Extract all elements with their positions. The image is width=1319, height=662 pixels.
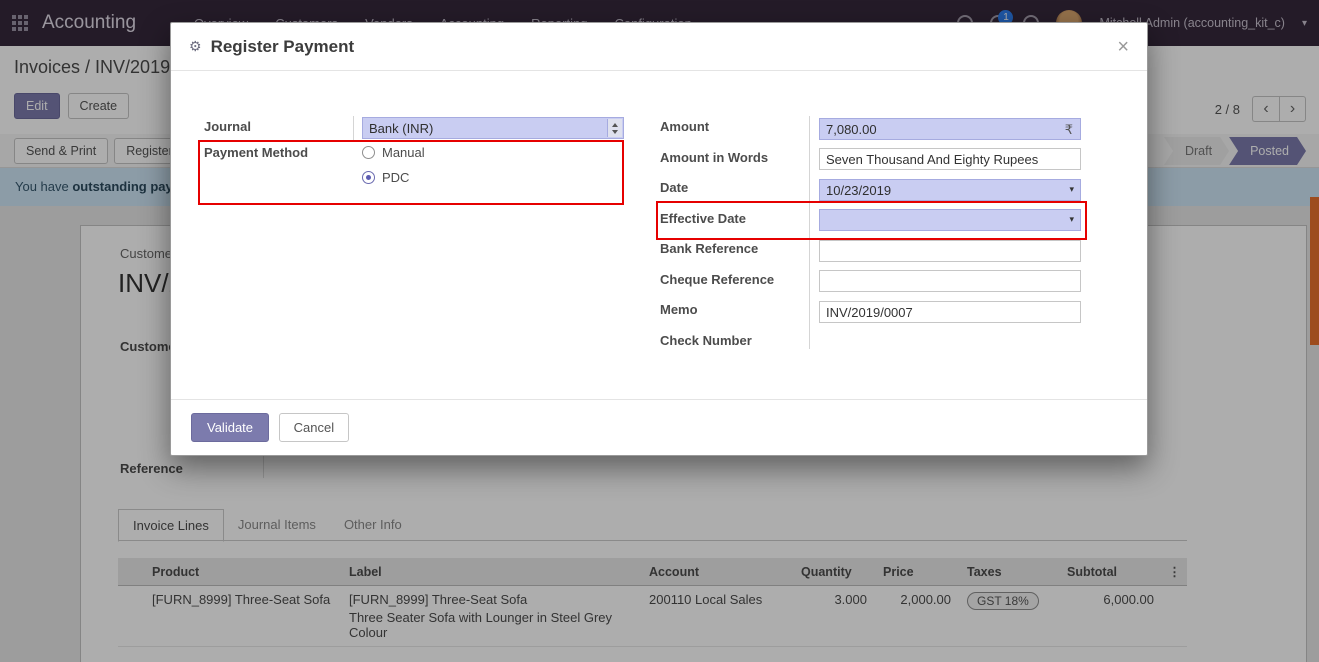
register-payment-dialog: ⚙ Register Payment × Journal Bank (INR) …	[170, 22, 1148, 456]
check-number-label: Check Number	[660, 333, 752, 348]
cancel-button[interactable]: Cancel	[279, 413, 349, 442]
journal-selected-value: Bank (INR)	[369, 121, 433, 136]
journal-select[interactable]: Bank (INR)	[362, 117, 624, 139]
bank-reference-label: Bank Reference	[660, 241, 758, 256]
memo-label: Memo	[660, 302, 698, 317]
radio-manual-label: Manual	[382, 145, 425, 160]
cheque-reference-input[interactable]	[819, 270, 1081, 292]
rupee-currency-icon: ₹	[1065, 122, 1073, 138]
amount-input[interactable]: 7,080.00 ₹	[819, 118, 1081, 140]
radio-option-manual[interactable]: Manual	[362, 144, 425, 160]
screen: Accounting Overview Customers Vendors Ac…	[0, 0, 1319, 662]
caret-down-icon: ▾	[1069, 214, 1074, 225]
close-icon[interactable]: ×	[1117, 37, 1129, 57]
radio-manual-icon[interactable]	[362, 146, 375, 159]
label-separator-left	[353, 116, 354, 141]
label-separator-right	[809, 116, 810, 349]
date-label: Date	[660, 180, 688, 195]
date-value: 10/23/2019	[826, 183, 891, 198]
radio-option-pdc[interactable]: PDC	[362, 169, 409, 185]
amount-value: 7,080.00	[826, 122, 877, 137]
effective-date-input[interactable]: ▾	[819, 209, 1081, 231]
caret-down-icon: ▾	[1069, 184, 1074, 195]
validate-button[interactable]: Validate	[191, 413, 269, 442]
amount-in-words-label: Amount in Words	[660, 150, 768, 165]
dialog-footer: Validate Cancel	[171, 399, 1147, 457]
effective-date-label: Effective Date	[660, 211, 746, 226]
dialog-header: ⚙ Register Payment ×	[171, 23, 1147, 71]
amount-in-words-input[interactable]	[819, 148, 1081, 170]
select-arrows-icon	[607, 119, 622, 137]
radio-pdc-icon[interactable]	[362, 171, 375, 184]
dialog-title: Register Payment	[211, 37, 355, 57]
gear-icon: ⚙	[189, 38, 202, 55]
journal-label: Journal	[204, 119, 251, 134]
memo-input[interactable]	[819, 301, 1081, 323]
date-input[interactable]: 10/23/2019 ▾	[819, 179, 1081, 201]
amount-label: Amount	[660, 119, 709, 134]
payment-method-label: Payment Method	[204, 145, 308, 160]
cheque-reference-label: Cheque Reference	[660, 272, 774, 287]
radio-pdc-label: PDC	[382, 170, 409, 185]
bank-reference-input[interactable]	[819, 240, 1081, 262]
